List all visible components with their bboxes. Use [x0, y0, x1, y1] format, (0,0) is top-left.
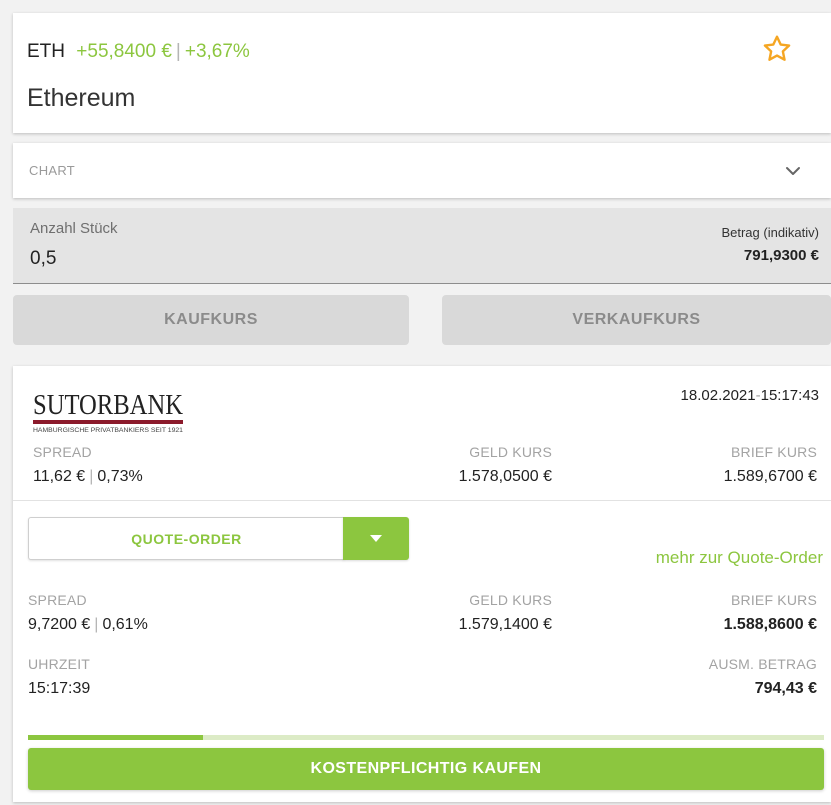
- chart-collapsible[interactable]: CHART: [13, 143, 831, 198]
- section-divider: [13, 500, 831, 501]
- caret-down-icon: [370, 535, 382, 542]
- star-outline-icon[interactable]: [761, 33, 793, 65]
- amount-estimate-value: 791,9300 €: [743, 247, 819, 264]
- bid-price-label: GELD KURS: [469, 444, 552, 460]
- spread-absolute: 11,62 €: [33, 468, 86, 485]
- sell-price-tab[interactable]: VERKAUFKURS: [442, 295, 831, 345]
- spread-percent: 0,73%: [97, 468, 143, 485]
- executed-amount-value: 794,43 €: [754, 680, 817, 697]
- sutorbank-logo: SUTORBANK HAMBURGISCHE PRIVATBANKIERS SE…: [33, 390, 184, 434]
- spread-label: SPREAD: [33, 444, 92, 460]
- svg-text:SUTORBANK: SUTORBANK: [33, 390, 183, 421]
- quote-timestamp: 18.02.2021-15:17:43: [681, 387, 819, 404]
- instrument-symbol: ETH: [27, 41, 65, 62]
- chart-label: CHART: [29, 163, 76, 178]
- buy-price-tab[interactable]: KAUFKURS: [13, 295, 409, 345]
- quote-date: 18.02.2021: [680, 387, 756, 404]
- spread-value: 11,62 € | 0,73%: [33, 468, 143, 486]
- quote-spread-separator: |: [94, 616, 99, 633]
- order-type-select[interactable]: QUOTE-ORDER: [28, 517, 344, 560]
- quote-time-label: UHRZEIT: [28, 656, 91, 672]
- quote-time: 15:17:43: [760, 387, 819, 404]
- price-change-line: ETH +55,8400 € | +3,67%: [27, 41, 250, 63]
- quote-bid-label: GELD KURS: [469, 592, 552, 608]
- svg-text:HAMBURGISCHE PRIVATBANKIERS SE: HAMBURGISCHE PRIVATBANKIERS SEIT 1921: [33, 428, 184, 434]
- executed-amount-label: AUSM. BETRAG: [708, 656, 817, 672]
- quote-validity-progress: [28, 735, 824, 740]
- quote-spread-label: SPREAD: [28, 592, 87, 608]
- change-percent: +3,67%: [184, 41, 250, 62]
- amount-estimate-label: Betrag (indikativ): [721, 225, 819, 240]
- progress-fill: [28, 735, 204, 740]
- instrument-header: ETH +55,8400 € | +3,67% Ethereum: [13, 13, 831, 133]
- quote-ask-label: BRIEF KURS: [730, 592, 817, 608]
- chevron-down-icon[interactable]: [783, 161, 803, 181]
- change-separator: |: [175, 41, 181, 62]
- quote-spread-value: 9,7200 € | 0,61%: [28, 616, 148, 634]
- quote-order-info-link[interactable]: mehr zur Quote-Order: [656, 548, 823, 568]
- quantity-input[interactable]: 0,5: [30, 248, 56, 270]
- change-absolute: +55,8400 €: [76, 41, 172, 62]
- quote-spread-absolute: 9,7200 €: [28, 616, 91, 633]
- instrument-name: Ethereum: [27, 84, 136, 112]
- quote-time-value: 15:17:39: [28, 680, 91, 697]
- bid-price-value: 1.578,0500 €: [458, 468, 552, 485]
- bank-quote-card: SUTORBANK HAMBURGISCHE PRIVATBANKIERS SE…: [13, 366, 831, 802]
- spread-separator: |: [89, 468, 94, 485]
- order-type-dropdown-button[interactable]: [343, 517, 409, 560]
- ask-price-value: 1.589,6700 €: [723, 468, 817, 485]
- quote-ask-value: 1.588,8600 €: [723, 616, 817, 633]
- quantity-label: Anzahl Stück: [30, 220, 118, 237]
- quote-bid-value: 1.579,1400 €: [458, 616, 552, 633]
- quote-spread-percent: 0,61%: [102, 616, 148, 633]
- ask-price-label: BRIEF KURS: [730, 444, 817, 460]
- buy-button[interactable]: KOSTENPFLICHTIG KAUFEN: [28, 748, 824, 790]
- quantity-field[interactable]: Anzahl Stück 0,5 Betrag (indikativ) 791,…: [13, 208, 831, 284]
